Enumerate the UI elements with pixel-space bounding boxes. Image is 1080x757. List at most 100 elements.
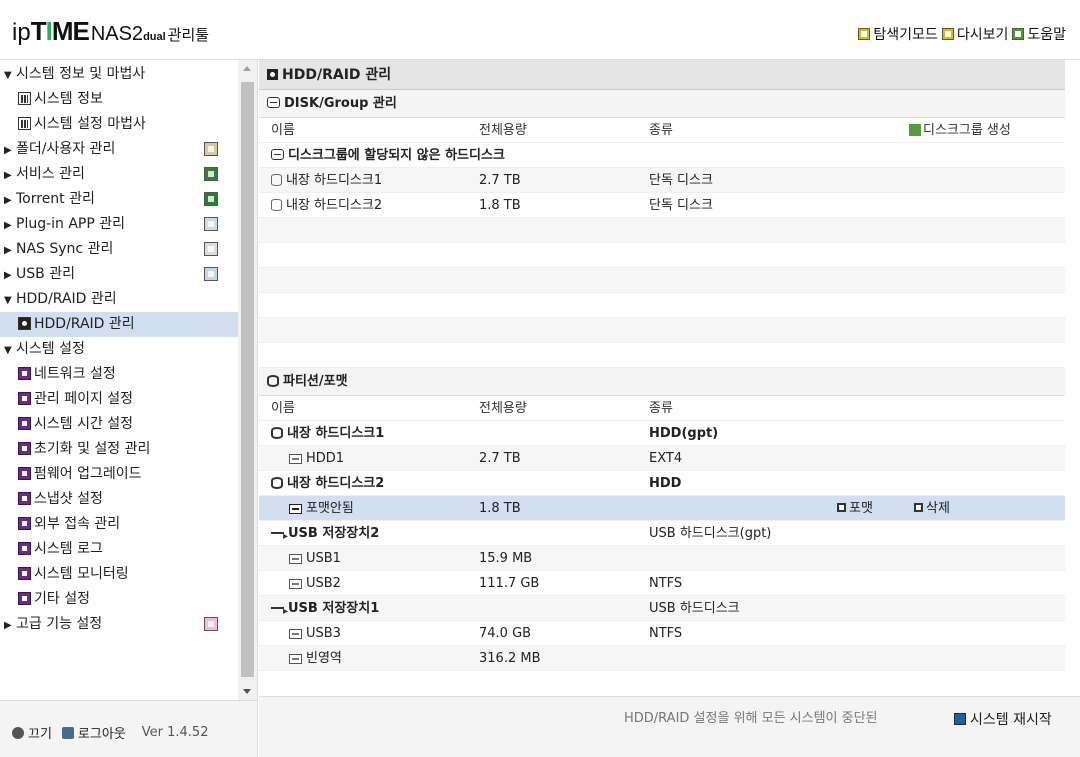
- sidebar-group-usb[interactable]: ▶ USB 관리: [0, 262, 238, 287]
- delete-icon: [914, 503, 923, 512]
- sidebar-item-admin-page[interactable]: 관리 페이지 설정: [0, 387, 238, 412]
- refresh-link[interactable]: 다시보기: [941, 24, 1009, 44]
- sidebar-group-folder-user[interactable]: ▶ 폴더/사용자 관리: [0, 137, 238, 162]
- row-size: 111.7 GB: [479, 576, 540, 591]
- help-link[interactable]: 도움말: [1012, 24, 1066, 44]
- empty-row: [259, 218, 1065, 243]
- table-row[interactable]: 내장 하드디스크1 2.7 TB 단독 디스크: [259, 168, 1065, 193]
- row-size: 2.7 TB: [479, 451, 521, 466]
- row-size: 1.8 TB: [479, 501, 521, 516]
- delete-button[interactable]: 삭제: [914, 496, 950, 521]
- refresh-icon: [941, 28, 954, 40]
- expanded-icon: ▼: [4, 70, 12, 81]
- main-scrollbar[interactable]: [1065, 60, 1080, 700]
- table-row[interactable]: USB 저장장치1 USB 하드디스크: [259, 596, 1065, 624]
- scroll-up-icon[interactable]: [243, 66, 251, 71]
- restart-system-button[interactable]: 시스템 재시작: [954, 709, 1052, 729]
- row-size: 15.9 MB: [479, 551, 533, 566]
- logo-time: TIME: [31, 16, 90, 47]
- sync-icon: [204, 242, 218, 256]
- sidebar-item-label: 시스템 정보 및 마법사: [16, 66, 146, 82]
- sidebar-item-label: Plug-in APP 관리: [16, 216, 126, 232]
- scrollbar-thumb[interactable]: [241, 82, 254, 677]
- settings-icon: [18, 567, 31, 580]
- sidebar-item-system-time[interactable]: 시스템 시간 설정: [0, 412, 238, 437]
- scroll-down-icon[interactable]: [243, 689, 251, 694]
- refresh-label: 다시보기: [956, 27, 1009, 43]
- format-button[interactable]: 포맷: [837, 496, 873, 521]
- hdd-stack-icon: [271, 477, 283, 489]
- expanded-icon: ▼: [4, 295, 12, 306]
- sidebar-item-label: 시스템 설정 마법사: [34, 116, 146, 132]
- sidebar-group-torrent[interactable]: ▶ Torrent 관리: [0, 187, 238, 212]
- logout-icon[interactable]: [61, 726, 74, 739]
- usb-icon: [204, 267, 218, 281]
- table-row[interactable]: HDD1 2.7 TB EXT4: [259, 446, 1065, 471]
- torrent-icon: [204, 192, 218, 206]
- row-type: 단독 디스크: [649, 198, 713, 213]
- partition-icon: [289, 554, 302, 564]
- table-row[interactable]: USB3 74.0 GB NTFS: [259, 621, 1065, 646]
- sidebar-group-system-settings[interactable]: ▼ 시스템 설정: [0, 337, 238, 362]
- sidebar-item-system-monitor[interactable]: 시스템 모니터링: [0, 562, 238, 587]
- sidebar-item-snapshot[interactable]: 스냅샷 설정: [0, 487, 238, 512]
- sidebar-item-reset-config[interactable]: 초기화 및 설정 관리: [0, 437, 238, 462]
- page-title: HDD/RAID 관리: [259, 60, 1065, 90]
- sidebar-item-label: 초기화 및 설정 관리: [34, 441, 151, 457]
- sidebar-item-network[interactable]: 네트워크 설정: [0, 362, 238, 387]
- sidebar-item-misc-settings[interactable]: 기타 설정: [0, 587, 238, 612]
- logout-button[interactable]: 로그아웃: [78, 723, 126, 742]
- format-icon: [837, 503, 846, 512]
- sidebar-group-service[interactable]: ▶ 서비스 관리: [0, 162, 238, 187]
- row-name: 내장 하드디스크2: [287, 476, 385, 491]
- col-size-header: 전체용량: [479, 123, 527, 138]
- power-icon[interactable]: [12, 726, 24, 739]
- partition-table: 이름 전체용량 종류 내장 하드디스크1 HDD(gpt) HDD1 2.7 TB E…: [259, 396, 1065, 671]
- table-row[interactable]: 내장 하드디스크2 1.8 TB 단독 디스크: [259, 193, 1065, 218]
- table-row[interactable]: USB 저장장치2 USB 하드디스크(gpt): [259, 521, 1065, 549]
- sidebar-item-firmware[interactable]: 펌웨어 업그레이드: [0, 462, 238, 487]
- sidebar-item-label: 외부 접속 관리: [34, 516, 121, 532]
- unassigned-disks-row[interactable]: 디스크그룹에 할당되지 않은 하드디스크: [259, 143, 1065, 168]
- col-type-header: 종류: [649, 401, 673, 416]
- partition-icon: [267, 375, 279, 387]
- power-off-button[interactable]: 끄기: [28, 723, 52, 742]
- table-row[interactable]: 빈영역 316.2 MB: [259, 646, 1065, 671]
- collapsed-icon: ▶: [4, 270, 12, 281]
- row-name: USB 저장장치1: [288, 601, 380, 616]
- sidebar-group-hdd-raid[interactable]: ▼ HDD/RAID 관리: [0, 287, 238, 312]
- row-type: HDD: [649, 476, 682, 491]
- col-name-header: 이름: [271, 123, 295, 138]
- sidebar-item-label: 스냅샷 설정: [34, 491, 103, 507]
- collapsed-icon: ▶: [4, 220, 12, 231]
- sidebar-item-setup-wizard[interactable]: 시스템 설정 마법사: [0, 112, 238, 137]
- explorer-mode-link[interactable]: 탐색기모드: [858, 24, 938, 44]
- create-disk-group-button[interactable]: 디스크그룹 생성: [909, 118, 1011, 143]
- table-row[interactable]: USB2 111.7 GB NTFS: [259, 571, 1065, 596]
- sidebar-item-hdd-raid[interactable]: HDD/RAID 관리: [0, 312, 238, 337]
- sidebar-group-nas-sync[interactable]: ▶ NAS Sync 관리: [0, 237, 238, 262]
- row-type: HDD(gpt): [649, 426, 719, 441]
- table-row-selected[interactable]: 포맷안됨 1.8 TB 포맷 삭제: [259, 496, 1065, 521]
- sidebar-group-system-info[interactable]: ▼ 시스템 정보 및 마법사: [0, 62, 238, 87]
- table-row[interactable]: 내장 하드디스크2 HDD: [259, 471, 1065, 496]
- sidebar-group-advanced[interactable]: ▶ 고급 기능 설정: [0, 612, 238, 637]
- disk-group-section-title: DISK/Group 관리: [259, 90, 1065, 118]
- settings-icon: [18, 442, 31, 455]
- settings-icon: [18, 492, 31, 505]
- sidebar-item-remote-access[interactable]: 외부 접속 관리: [0, 512, 238, 537]
- sidebar-item-label: 관리 페이지 설정: [34, 391, 134, 407]
- sidebar-item-system-info[interactable]: 시스템 정보: [0, 87, 238, 112]
- sidebar-scrollbar[interactable]: [238, 60, 257, 700]
- usb-icon: [271, 599, 288, 624]
- sidebar-item-label: 시스템 시간 설정: [34, 416, 134, 432]
- col-name-header: 이름: [271, 401, 295, 416]
- logo-dual: dual: [143, 31, 166, 43]
- table-row[interactable]: USB1 15.9 MB: [259, 546, 1065, 571]
- sidebar-group-plugin[interactable]: ▶ Plug-in APP 관리: [0, 212, 238, 237]
- sidebar-item-system-log[interactable]: 시스템 로그: [0, 537, 238, 562]
- table-row[interactable]: 내장 하드디스크1 HDD(gpt): [259, 421, 1065, 446]
- sidebar-item-label: 펌웨어 업그레이드: [34, 466, 142, 482]
- disk-group-icon: [267, 97, 280, 108]
- row-type: USB 하드디스크(gpt): [649, 526, 772, 541]
